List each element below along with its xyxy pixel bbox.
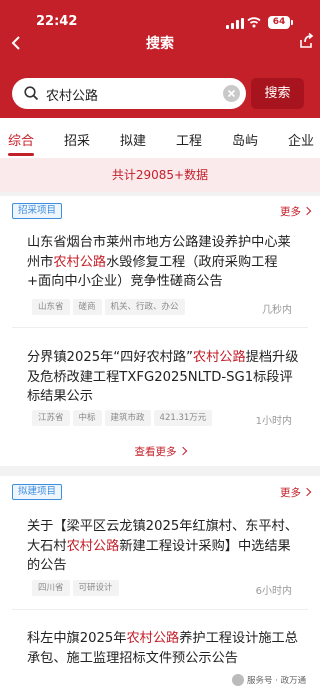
result-tags: 山东省 磋商 机关、行政、办公 (32, 299, 188, 315)
search-button[interactable]: 搜索 (251, 78, 304, 109)
result-title[interactable]: 科左中旗2025年农村公路养护工程设计施工总承包、施工监理招标文件预公示公告 (27, 629, 299, 668)
status-time: 22:42 (36, 14, 78, 29)
wifi-icon (247, 17, 261, 28)
active-tab-indicator (8, 153, 34, 156)
tab-procurement[interactable]: 招采 (64, 130, 90, 149)
nav-bar: 搜索 (0, 30, 320, 56)
result-tags: 四川省 可研设计 (32, 580, 122, 596)
more-label: 更多 (280, 487, 301, 499)
title-highlight: 农村公路 (66, 538, 120, 554)
tag-type: 磋商 (72, 299, 102, 315)
more-link[interactable]: 更多 (280, 485, 312, 500)
tag-region: 江苏省 (32, 410, 70, 426)
result-count: 共计29085+数据 (0, 158, 320, 192)
chevron-right-icon (302, 206, 312, 216)
divider (12, 609, 308, 610)
tab-engineering[interactable]: 工程 (176, 130, 202, 149)
more-link[interactable]: 更多 (280, 204, 312, 219)
view-more-label: 查看更多 (134, 446, 177, 458)
share-icon[interactable] (298, 32, 314, 50)
tab-islands[interactable]: 岛屿 (232, 130, 258, 149)
view-more-link[interactable]: 查看更多 (0, 444, 320, 459)
result-time: 1小时内 (255, 416, 292, 427)
title-text: 科左中旗2025年 (27, 631, 127, 646)
result-title[interactable]: 分界镇2025年“四好农村路”农村公路提档升级及危桥改建工程TXFG2025NL… (27, 348, 299, 407)
tag-industry: 机关、行政、办公 (104, 299, 185, 315)
title-highlight: 农村公路 (53, 254, 107, 270)
tag-region: 山东省 (32, 299, 70, 315)
search-input[interactable]: 农村公路 (12, 78, 246, 109)
section-tag: 拟建项目 (12, 484, 63, 500)
page-title: 搜索 (146, 36, 174, 52)
more-label: 更多 (280, 206, 301, 218)
clear-icon[interactable] (223, 85, 240, 102)
section-tag: 招采项目 (12, 203, 63, 219)
tag-amount: 421.31万元 (153, 410, 213, 426)
wechat-icon (232, 674, 244, 686)
battery-icon: 64 (268, 16, 290, 29)
tab-comprehensive[interactable]: 综合 (8, 130, 34, 149)
tag-type: 可研设计 (72, 580, 119, 596)
result-title[interactable]: 山东省烟台市莱州市地方公路建设养护中心莱州市农村公路水毁修复工程（政府采购工程+… (27, 233, 299, 292)
battery-cap (291, 20, 293, 25)
title-highlight: 农村公路 (126, 631, 180, 646)
tag-region: 四川省 (32, 580, 70, 596)
chevron-right-icon (302, 487, 312, 497)
result-title[interactable]: 关于【梁平区云龙镇2025年红旗村、东平村、大石村农村公路新建工程设计采购】中选… (27, 517, 299, 576)
app-header: 22:42 64 搜索 农村公路 搜索 (0, 0, 320, 118)
result-time: 6小时内 (255, 586, 292, 597)
chevron-right-icon (178, 446, 187, 456)
tab-companies[interactable]: 企业 (288, 130, 314, 149)
search-icon (24, 86, 39, 101)
title-highlight: 农村公路 (192, 350, 246, 365)
signal-icon (226, 18, 244, 29)
category-tabs: 综合 招采 拟建 工程 岛屿 企业 (0, 118, 320, 158)
result-tags: 江苏省 中标 建筑市政 421.31万元 (32, 410, 215, 426)
watermark-text: 服务号 · 政万通 (247, 676, 307, 686)
tab-proposed[interactable]: 拟建 (120, 130, 146, 149)
proposed-section: 拟建项目 更多 关于【梁平区云龙镇2025年红旗村、东平村、大石村农村公路新建工… (0, 476, 320, 696)
result-time: 几秒内 (262, 305, 292, 316)
tag-type: 中标 (72, 410, 102, 426)
divider (12, 327, 308, 328)
procurement-section: 招采项目 更多 山东省烟台市莱州市地方公路建设养护中心莱州市农村公路水毁修复工程… (0, 196, 320, 466)
watermark: 服务号 · 政万通 (232, 674, 306, 686)
title-text: 分界镇2025年“四好农村路” (27, 350, 193, 365)
tag-industry: 建筑市政 (104, 410, 151, 426)
search-value: 农村公路 (46, 89, 99, 104)
